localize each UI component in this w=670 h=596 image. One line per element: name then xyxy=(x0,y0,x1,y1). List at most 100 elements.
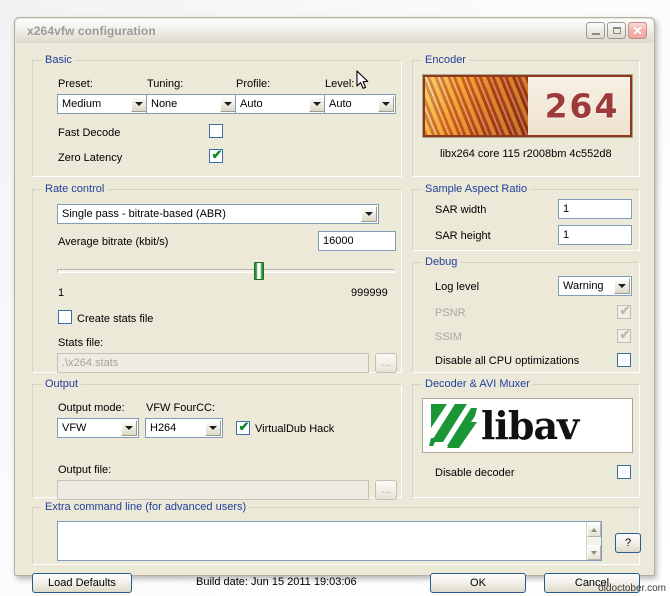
slider-max-label: 999999 xyxy=(351,287,388,299)
fast-decode-checkbox[interactable] xyxy=(209,124,223,138)
output-mode-label: Output mode: xyxy=(58,402,125,414)
output-file-browse-button[interactable]: ... xyxy=(375,480,397,500)
fast-decode-label: Fast Decode xyxy=(58,127,121,139)
virtualdub-hack-checkbox[interactable]: ✔ xyxy=(236,419,250,435)
close-icon: ✕ xyxy=(632,23,643,38)
output-group-legend: Output xyxy=(42,378,82,390)
rate-control-group: Rate control Single pass - bitrate-based… xyxy=(32,183,402,373)
profile-label: Profile: xyxy=(236,78,271,90)
output-mode-value: VFW xyxy=(62,422,87,434)
output-mode-combobox[interactable]: VFW xyxy=(57,418,139,438)
close-button[interactable]: ✕ xyxy=(628,22,647,39)
maximize-button[interactable] xyxy=(607,22,626,39)
window-title: x264vfw configuration xyxy=(27,24,156,38)
output-file-input[interactable] xyxy=(57,480,369,500)
average-bitrate-input[interactable]: 16000 xyxy=(318,231,396,251)
chevron-down-icon[interactable] xyxy=(309,96,325,112)
bitrate-slider[interactable] xyxy=(57,262,395,280)
output-file-label: Output file: xyxy=(58,464,112,476)
check-icon: ✔ xyxy=(619,327,631,342)
load-defaults-button[interactable]: Load Defaults xyxy=(32,573,132,593)
disable-decoder-checkbox[interactable] xyxy=(617,465,631,479)
level-value: Auto xyxy=(329,98,352,110)
sar-width-input[interactable]: 1 xyxy=(558,199,632,219)
log-level-value: Warning xyxy=(563,280,604,292)
encoder-group-legend: Encoder xyxy=(422,54,469,66)
minimize-button[interactable] xyxy=(586,22,605,39)
check-icon: ✔ xyxy=(619,303,631,318)
basic-group: Basic Preset: Medium Tuning: None Profil… xyxy=(32,54,402,177)
check-icon: ✔ xyxy=(238,419,250,434)
basic-group-legend: Basic xyxy=(42,54,75,66)
preset-combobox[interactable]: Medium xyxy=(57,94,149,114)
vfw-fourcc-value: H264 xyxy=(150,422,177,434)
check-icon: ✔ xyxy=(211,147,223,162)
create-stats-file-label: Create stats file xyxy=(77,313,154,325)
encoder-version: libx264 core 115 r2008bm 4c552d8 xyxy=(440,148,612,160)
zero-latency-checkbox[interactable]: ✔ xyxy=(209,147,223,163)
log-level-combobox[interactable]: Warning xyxy=(558,276,632,296)
output-group: Output Output mode: VFW VFW FourCC: H264… xyxy=(32,378,402,500)
vfw-fourcc-combobox[interactable]: H264 xyxy=(145,418,223,438)
psnr-label: PSNR xyxy=(435,307,466,319)
tuning-label: Tuning: xyxy=(147,78,184,90)
sar-group-legend: Sample Aspect Ratio xyxy=(422,183,531,195)
vfw-fourcc-label: VFW FourCC: xyxy=(146,402,216,414)
chevron-down-icon[interactable] xyxy=(614,278,630,294)
decoder-avi-muxer-group: Decoder & AVI Muxer libav Disable decode… xyxy=(412,378,640,498)
preset-label: Preset: xyxy=(58,78,93,90)
help-button[interactable]: ? xyxy=(615,533,641,553)
average-bitrate-label: Average bitrate (kbit/s) xyxy=(58,236,169,248)
zero-latency-label: Zero Latency xyxy=(58,152,123,164)
textarea-scrollbar[interactable] xyxy=(586,522,601,560)
slider-min-label: 1 xyxy=(58,287,65,299)
title-bar: x264vfw configuration ✕ xyxy=(16,19,653,44)
tuning-combobox[interactable]: None xyxy=(146,94,238,114)
debug-group: Debug Log level Warning PSNR ✔ SSIM ✔ Di… xyxy=(412,256,640,373)
x264-logo: 264 xyxy=(422,74,633,138)
chevron-down-icon[interactable] xyxy=(205,420,221,436)
libav-logo: libav xyxy=(422,398,633,453)
sar-width-label: SAR width xyxy=(435,204,487,216)
psnr-checkbox: ✔ xyxy=(617,303,631,319)
rate-control-mode-combobox[interactable]: Single pass - bitrate-based (ABR) xyxy=(57,204,379,224)
log-level-label: Log level xyxy=(435,281,480,293)
chevron-down-icon[interactable] xyxy=(121,420,137,436)
libav-mark-icon xyxy=(429,404,477,448)
stats-file-browse-button[interactable]: ... xyxy=(375,353,397,373)
chevron-down-icon[interactable] xyxy=(361,206,377,222)
disable-cpu-optimizations-checkbox[interactable] xyxy=(617,353,631,367)
window-client-area: Basic Preset: Medium Tuning: None Profil… xyxy=(16,43,653,593)
sar-height-label: SAR height xyxy=(435,230,491,242)
debug-group-legend: Debug xyxy=(422,256,461,268)
slider-thumb[interactable] xyxy=(254,262,264,280)
chevron-down-icon[interactable] xyxy=(131,96,147,112)
ok-button[interactable]: OK xyxy=(430,573,526,593)
maximize-icon xyxy=(613,27,621,34)
ssim-label: SSIM xyxy=(435,331,462,343)
profile-combobox[interactable]: Auto xyxy=(235,94,327,114)
sar-height-input[interactable]: 1 xyxy=(558,225,632,245)
slider-track xyxy=(57,269,395,273)
libav-logo-text: libav xyxy=(481,402,579,448)
disable-decoder-label: Disable decoder xyxy=(435,467,515,479)
stats-file-input[interactable]: .\x264.stats xyxy=(57,353,369,373)
create-stats-file-checkbox[interactable] xyxy=(58,310,72,324)
extra-command-line-group: Extra command line (for advanced users) … xyxy=(32,501,641,565)
disable-cpu-optimizations-label: Disable all CPU optimizations xyxy=(435,355,580,367)
level-combobox[interactable]: Auto xyxy=(324,94,396,114)
rate-control-group-legend: Rate control xyxy=(42,183,108,195)
virtualdub-hack-label: VirtualDub Hack xyxy=(255,423,335,435)
decoder-group-legend: Decoder & AVI Muxer xyxy=(422,378,533,390)
build-date-text: Build date: Jun 15 2011 19:03:06 xyxy=(196,576,357,588)
scroll-up-icon[interactable] xyxy=(587,522,601,537)
watermark: oldoctober.com xyxy=(598,583,666,594)
extra-command-line-legend: Extra command line (for advanced users) xyxy=(42,501,250,513)
chevron-down-icon[interactable] xyxy=(220,96,236,112)
scroll-down-icon[interactable] xyxy=(587,545,601,560)
extra-command-line-textarea[interactable] xyxy=(57,521,602,561)
preset-value: Medium xyxy=(62,98,102,110)
level-label: Level: xyxy=(325,78,355,90)
chevron-down-icon[interactable] xyxy=(378,96,394,112)
minimize-icon xyxy=(592,33,600,35)
